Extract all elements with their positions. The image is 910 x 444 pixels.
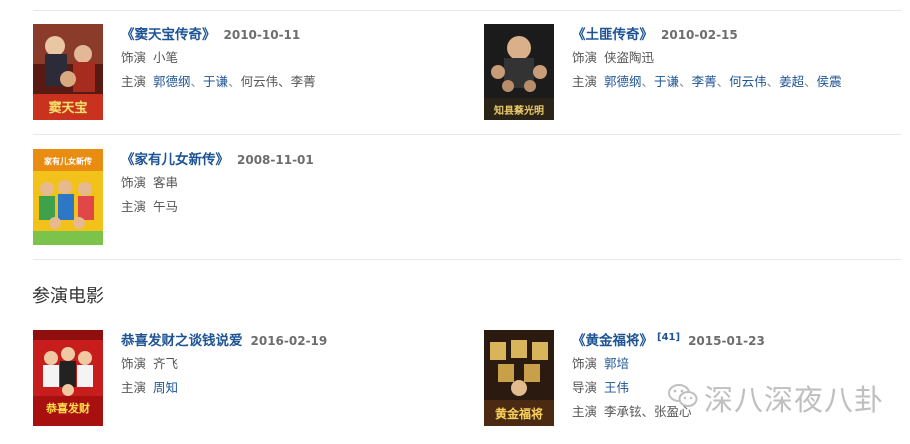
movie-title-1[interactable]: 恭喜发财之谈钱说爱 <box>121 333 243 349</box>
tv-date-2: 2010-02-15 <box>661 28 738 42</box>
role-label-3: 饰演 <box>121 175 147 190</box>
cast-link[interactable]: 何云伟 <box>729 74 767 89</box>
divider-2 <box>33 259 901 260</box>
role-2: 侠盗陶迅 <box>604 50 655 65</box>
poster-1-caption: 窦天宝 <box>48 100 87 116</box>
director-label: 导演 <box>572 380 598 395</box>
tv-date-1: 2010-10-11 <box>223 28 301 42</box>
cast-link[interactable]: 于谦 <box>203 74 228 89</box>
reference-link[interactable]: [41] <box>657 332 680 343</box>
poster-2-caption: 知县蔡光明 <box>493 104 544 117</box>
poster-3-caption: 家有儿女新传 <box>44 156 92 166</box>
movie-item-1: 恭喜发财 恭喜发财之谈钱说爱 2016-02-19 饰演 齐飞 主演 周知 <box>33 330 463 430</box>
movie-title-2[interactable]: 《黄金福将》 <box>572 333 653 349</box>
watermark-text: 深八深夜八卦 <box>704 383 885 417</box>
movie-date-2: 2015-01-23 <box>688 334 765 348</box>
cast-link[interactable]: 李菁 <box>692 74 717 89</box>
tv-item-1: 窦天宝 《窦天宝传奇》 2010-10-11 饰演 小笔 主演 郭德纲、于谦、何云伟、… <box>33 24 463 124</box>
cast-link[interactable]: 周知 <box>153 380 178 395</box>
cast-label-2: 主演 <box>572 74 598 89</box>
poster-4-caption: 恭喜发财 <box>45 401 90 415</box>
poster-4[interactable]: 恭喜发财 <box>33 330 103 426</box>
cast-label-3: 主演 <box>121 199 147 214</box>
watermark: 深八深夜八卦 <box>668 378 884 418</box>
poster-3[interactable]: 家有儿女新传 <box>33 149 103 245</box>
cast-plain-1: 何云伟、李菁 <box>240 74 316 89</box>
role-label-1: 饰演 <box>121 50 147 65</box>
poster-5[interactable]: 黄金福将 <box>484 330 554 426</box>
movie-role-link-2[interactable]: 郭培 <box>604 356 629 371</box>
movie-cast-label-1: 主演 <box>121 380 147 395</box>
cast-label-1: 主演 <box>121 74 147 89</box>
poster-5-caption: 黄金福将 <box>495 406 543 421</box>
cast-link[interactable]: 侯震 <box>817 74 842 89</box>
cast-link[interactable]: 郭德纲 <box>153 74 191 89</box>
movie-role-label-2: 饰演 <box>572 356 598 371</box>
movie-role-1: 齐飞 <box>153 356 179 371</box>
poster-1[interactable]: 窦天宝 <box>33 24 103 120</box>
section-title-movies: 参演电影 <box>32 286 104 307</box>
tv-title-3[interactable]: 《家有儿女新传》 <box>121 152 229 168</box>
wechat-icon <box>668 383 698 413</box>
tv-date-3: 2008-11-01 <box>237 153 314 167</box>
tv-item-3: 家有儿女新传 《家有儿女新传》 2008-11-01 饰演 客串 主演 午马 <box>33 149 463 249</box>
cast-plain-3: 午马 <box>153 199 179 214</box>
role-label-2: 饰演 <box>572 50 598 65</box>
divider-1 <box>33 134 901 135</box>
tv-item-2: 知县蔡光明 《土匪传奇》 2010-02-15 饰演 侠盗陶迅 主演 郭德纲、于谦、李… <box>484 24 904 124</box>
movie-date-1: 2016-02-19 <box>250 334 328 348</box>
cast-link[interactable]: 于谦 <box>654 74 679 89</box>
role-3: 客串 <box>153 175 179 190</box>
movie-role-label-1: 饰演 <box>121 356 147 371</box>
movie-cast-label-2: 主演 <box>572 404 598 419</box>
director-link[interactable]: 王伟 <box>604 380 629 395</box>
cast-link[interactable]: 姜超 <box>779 74 804 89</box>
tv-title-1[interactable]: 《窦天宝传奇》 <box>121 27 216 43</box>
divider-top <box>33 10 901 11</box>
role-1: 小笔 <box>153 50 179 65</box>
tv-title-2[interactable]: 《土匪传奇》 <box>572 27 653 43</box>
cast-link[interactable]: 郭德纲 <box>604 74 642 89</box>
poster-2[interactable]: 知县蔡光明 <box>484 24 554 120</box>
